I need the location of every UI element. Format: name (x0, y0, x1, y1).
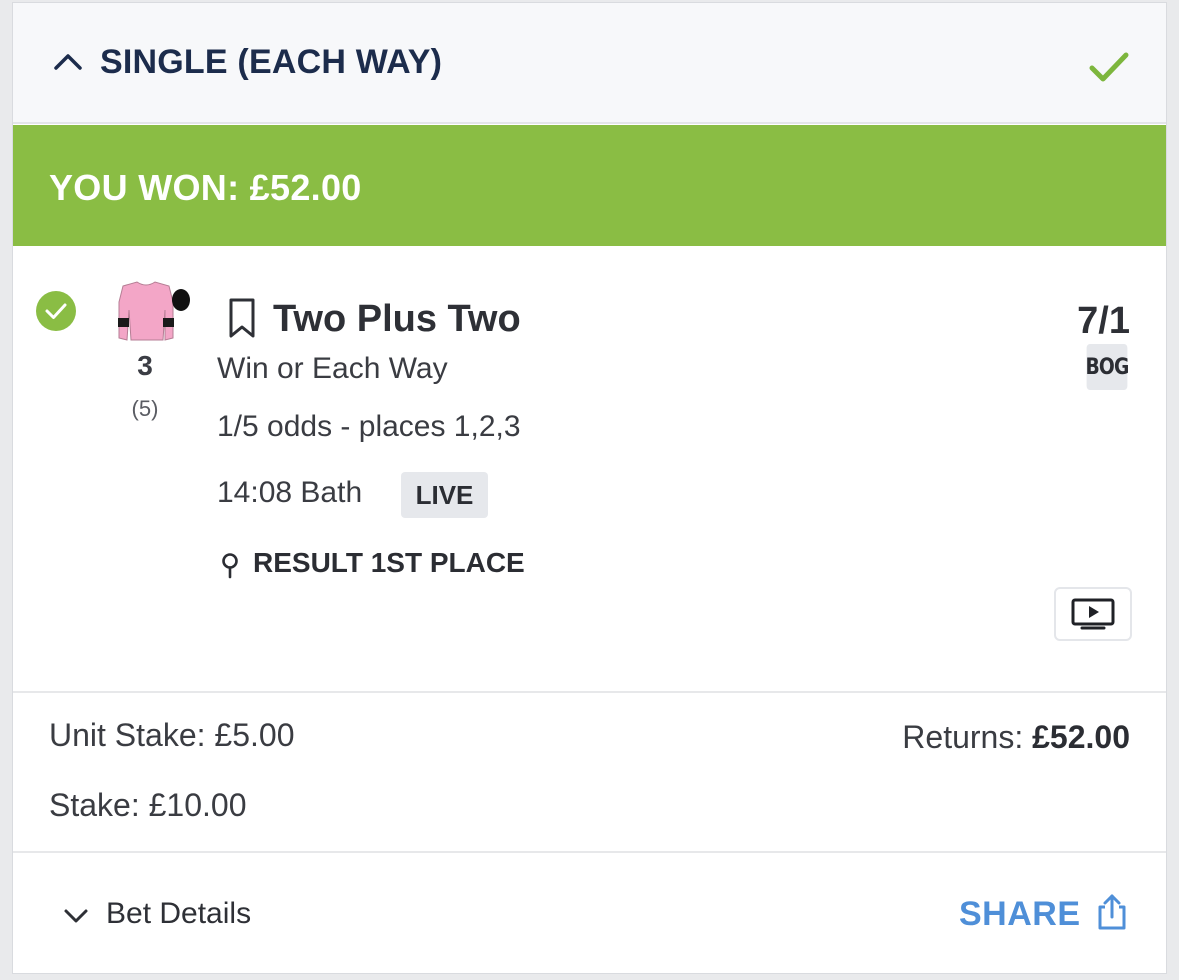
chevron-down-icon[interactable] (63, 907, 89, 925)
each-way-terms: 1/5 odds - places 1,2,3 (217, 410, 521, 443)
returns: Returns: £52.00 (902, 719, 1130, 756)
watch-stream-button[interactable] (1054, 587, 1132, 641)
event-time-venue[interactable]: 14:08 Bath (217, 476, 362, 510)
win-banner: YOU WON: £52.00 (13, 125, 1166, 246)
bog-badge: BOG (1086, 344, 1129, 390)
runner-name: Two Plus Two (273, 298, 521, 340)
share-button[interactable]: SHARE (959, 895, 1081, 934)
share-icon[interactable] (1095, 893, 1129, 931)
runner-number: 3 (137, 350, 153, 381)
chevron-up-icon[interactable] (53, 51, 83, 71)
location-pin-icon (222, 553, 238, 579)
bet-details-toggle[interactable]: Bet Details (106, 897, 251, 931)
stakes-section: Unit Stake: £5.00 Stake: £10.00 Returns:… (13, 693, 1166, 853)
bet-type-title: SINGLE (EACH WAY) (100, 43, 443, 81)
market-name: Win or Each Way (217, 352, 448, 385)
bet-header[interactable]: SINGLE (EACH WAY) (13, 3, 1166, 124)
total-stake: Stake: £10.00 (49, 787, 247, 823)
stall-draw: (5) (131, 396, 159, 421)
live-badge: LIVE (401, 472, 488, 518)
returns-value: £52.00 (1032, 719, 1130, 755)
win-amount: YOU WON: £52.00 (49, 167, 362, 208)
check-circle-icon (36, 291, 76, 331)
unit-stake: Unit Stake: £5.00 (49, 717, 295, 753)
returns-label: Returns: (902, 719, 1024, 755)
bookmark-icon[interactable] (225, 296, 259, 340)
checkmark-icon (1089, 52, 1129, 82)
odds-price: 7/1 (1077, 300, 1130, 342)
tv-play-icon (1071, 598, 1115, 630)
bet-card: SINGLE (EACH WAY) YOU WON: £52.00 3 (5) … (12, 2, 1167, 974)
selection-row: 3 (5) Two Plus Two Win or Each Way 1/5 o… (13, 246, 1166, 693)
bet-footer: Bet Details SHARE (13, 855, 1166, 973)
result-status: RESULT 1ST PLACE (253, 547, 525, 578)
jockey-silks-icon (118, 281, 190, 341)
